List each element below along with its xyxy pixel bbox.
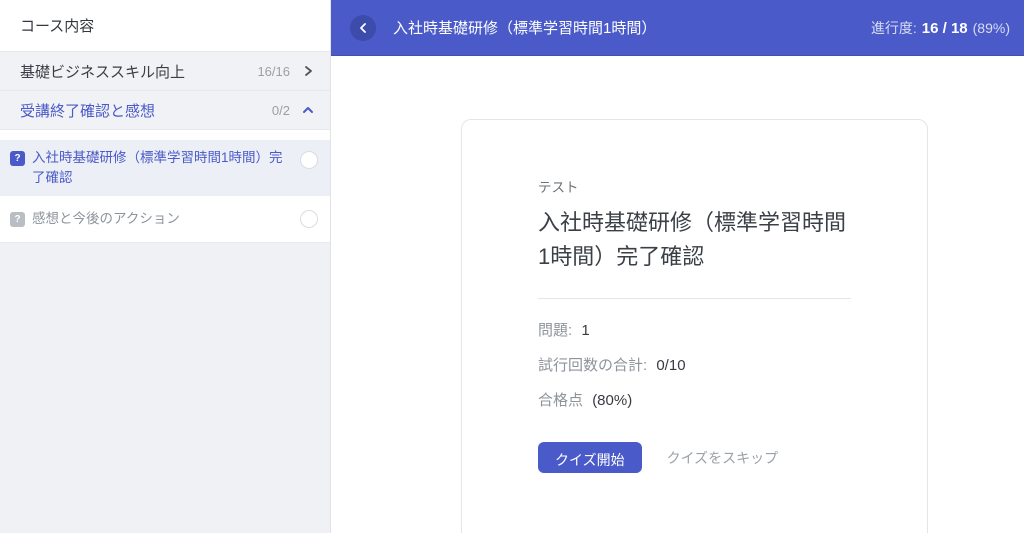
skip-quiz-link[interactable]: クイズをスキップ [667,448,779,468]
course-sidebar: コース内容 基礎ビジネススキル向上 16/16 受講終了確認と感想 0/2 ? … [0,0,331,533]
progress-indicator: 進行度: 16 / 18 (89%) [871,18,1010,38]
completion-status-circle [300,151,318,169]
start-quiz-button[interactable]: クイズ開始 [538,442,642,473]
quiz-actions: クイズ開始 クイズをスキップ [538,442,851,473]
questions-label: 問題: [538,322,572,339]
progress-value: 16 / 18 [922,20,968,37]
passing-score-value: (80%) [592,392,632,409]
attempts-label: 試行回数の合計: [538,357,647,374]
card-divider [538,298,851,299]
quiz-info-card: テスト 入社時基礎研修（標準学習時間1時間）完了確認 問題: 1 試行回数の合計… [461,119,928,533]
sidebar-title: コース内容 [0,0,330,52]
sidebar-item-completion-check[interactable]: ? 入社時基礎研修（標準学習時間1時間）完了確認 [0,140,330,196]
progress-label: 進行度: [871,18,917,38]
chevron-up-icon [302,104,314,116]
sidebar-gap [0,130,330,140]
completion-status-circle [300,210,318,228]
progress-percent: (89%) [973,20,1010,36]
sidebar-empty-area [0,243,330,533]
sidebar-section-basic-skills[interactable]: 基礎ビジネススキル向上 16/16 [0,52,330,91]
quiz-attempts-row: 試行回数の合計: 0/10 [538,358,851,373]
chevron-right-icon [302,65,314,77]
lesson-item-label: 入社時基礎研修（標準学習時間1時間）完了確認 [32,148,284,188]
sidebar-item-feedback[interactable]: ? 感想と今後のアクション [0,196,330,243]
course-title: 入社時基礎研修（標準学習時間1時間） [393,17,656,38]
back-button[interactable] [350,15,376,41]
section-progress-count: 0/2 [272,103,290,118]
attempts-value: 0/10 [656,357,685,374]
passing-score-label: 合格点 [538,392,583,409]
app-root: コース内容 基礎ビジネススキル向上 16/16 受講終了確認と感想 0/2 ? … [0,0,1024,533]
section-label: 受講終了確認と感想 [20,100,272,121]
quiz-icon: ? [10,151,25,166]
chevron-left-icon [357,22,369,34]
section-label: 基礎ビジネススキル向上 [20,61,257,82]
quiz-title: 入社時基礎研修（標準学習時間1時間）完了確認 [538,206,851,274]
course-header-bar: 入社時基礎研修（標準学習時間1時間） 進行度: 16 / 18 (89%) [331,0,1024,56]
quiz-icon: ? [10,212,25,227]
quiz-type-label: テスト [538,176,851,196]
main-area: 入社時基礎研修（標準学習時間1時間） 進行度: 16 / 18 (89%) テス… [331,0,1024,533]
quiz-questions-row: 問題: 1 [538,323,851,338]
questions-value: 1 [581,322,589,339]
quiz-meta: 問題: 1 試行回数の合計: 0/10 合格点 (80%) [538,323,851,408]
quiz-passing-score-row: 合格点 (80%) [538,393,851,408]
sidebar-section-completion[interactable]: 受講終了確認と感想 0/2 [0,91,330,130]
lesson-item-label: 感想と今後のアクション [32,209,284,229]
section-progress-count: 16/16 [257,64,290,79]
content-area: テスト 入社時基礎研修（標準学習時間1時間）完了確認 問題: 1 試行回数の合計… [331,56,1024,533]
